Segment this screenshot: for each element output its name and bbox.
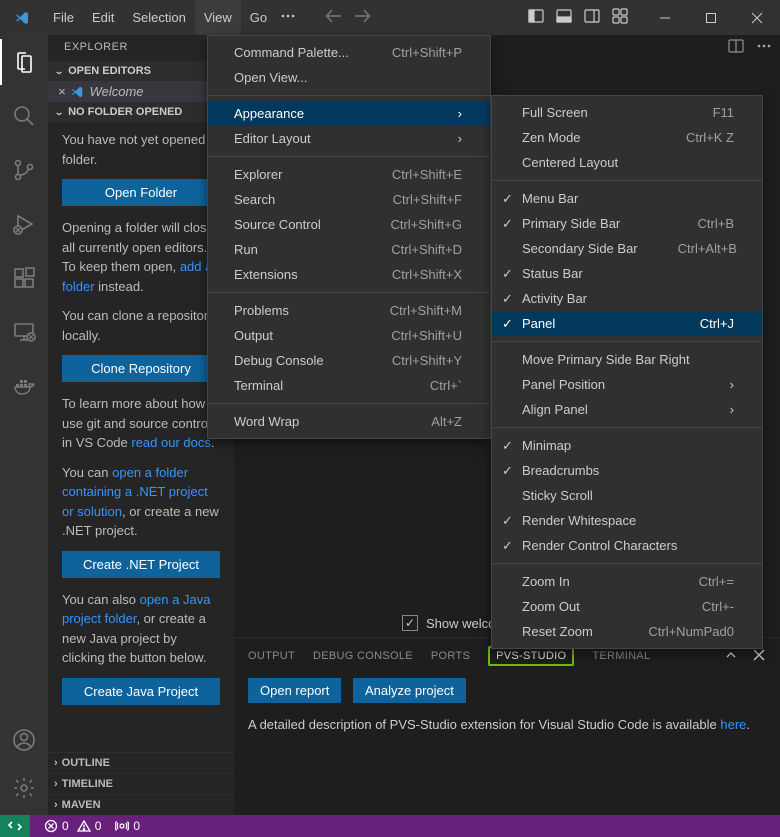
panel-tab[interactable]: DEBUG CONSOLE (313, 650, 413, 662)
timeline-section[interactable]: ›TIMELINE (48, 773, 234, 794)
menu-item[interactable]: ProblemsCtrl+Shift+M (208, 298, 490, 323)
panel-close-icon[interactable] (752, 648, 766, 665)
menu-item[interactable]: Zen ModeCtrl+K Z (492, 125, 762, 150)
menu-item[interactable]: Centered Layout (492, 150, 762, 175)
menu-item[interactable]: Debug ConsoleCtrl+Shift+Y (208, 348, 490, 373)
activity-settings-icon[interactable] (0, 771, 48, 805)
panel-maximize-icon[interactable] (724, 648, 738, 665)
menu-item[interactable]: Move Primary Side Bar Right (492, 347, 762, 372)
menu-item[interactable]: Sticky Scroll (492, 483, 762, 508)
layout-customize-icon[interactable] (612, 8, 628, 27)
activity-run-debug-icon[interactable] (0, 207, 48, 241)
menu-edit[interactable]: Edit (83, 0, 123, 35)
read-docs-link[interactable]: read our docs (131, 435, 211, 450)
menu-item[interactable]: ✓Activity Bar (492, 286, 762, 311)
menu-overflow-icon[interactable] (280, 8, 296, 27)
layout-controls (528, 8, 628, 27)
menu-item[interactable]: ExplorerCtrl+Shift+E (208, 162, 490, 187)
window-minimize-button[interactable] (642, 0, 688, 35)
layout-sidebar-left-icon[interactable] (528, 8, 544, 27)
menu-item[interactable]: Full ScreenF11 (492, 100, 762, 125)
menu-bar: FileEditSelectionViewGo (44, 0, 276, 35)
maven-section[interactable]: ›MAVEN (48, 794, 234, 815)
editor-more-icon[interactable] (756, 38, 772, 57)
activity-bar (0, 35, 48, 815)
menu-item[interactable]: Zoom InCtrl+= (492, 569, 762, 594)
menu-item[interactable]: ✓Status Bar (492, 261, 762, 286)
activity-source-control-icon[interactable] (0, 153, 48, 187)
layout-sidebar-right-icon[interactable] (584, 8, 600, 27)
menu-item[interactable]: RunCtrl+Shift+D (208, 237, 490, 262)
create-java-button[interactable]: Create Java Project (62, 678, 220, 705)
close-icon[interactable]: × (58, 84, 66, 99)
menu-item[interactable]: Reset ZoomCtrl+NumPad0 (492, 619, 762, 644)
menu-item[interactable]: Align Panel› (492, 397, 762, 422)
menu-item[interactable]: ✓Render Whitespace (492, 508, 762, 533)
split-editor-icon[interactable] (728, 38, 744, 57)
menu-item[interactable]: ✓Render Control Characters (492, 533, 762, 558)
open-folder-button[interactable]: Open Folder (62, 179, 220, 206)
activity-extensions-icon[interactable] (0, 261, 48, 295)
menu-item[interactable]: Secondary Side BarCtrl+Alt+B (492, 236, 762, 261)
menu-file[interactable]: File (44, 0, 83, 35)
panel-body: Open report Analyze project A detailed d… (234, 672, 780, 738)
activity-search-icon[interactable] (0, 99, 48, 133)
menu-go[interactable]: Go (241, 0, 276, 35)
open-report-button[interactable]: Open report (248, 678, 341, 703)
menu-item[interactable]: Panel Position› (492, 372, 762, 397)
menu-item[interactable]: ✓Primary Side BarCtrl+B (492, 211, 762, 236)
menu-view[interactable]: View (195, 0, 241, 35)
create-dotnet-button[interactable]: Create .NET Project (62, 551, 220, 578)
menu-item[interactable]: OutputCtrl+Shift+U (208, 323, 490, 348)
menu-item[interactable]: Word WrapAlt+Z (208, 409, 490, 434)
window-close-button[interactable] (734, 0, 780, 35)
panel-tab[interactable]: PVS-STUDIO (488, 646, 574, 666)
panel-tab[interactable]: OUTPUT (248, 650, 295, 662)
menu-item[interactable]: TerminalCtrl+` (208, 373, 490, 398)
menu-item[interactable]: ✓Breadcrumbs (492, 458, 762, 483)
menu-item[interactable]: Source ControlCtrl+Shift+G (208, 212, 490, 237)
layout-panel-icon[interactable] (556, 8, 572, 27)
vscode-logo-icon (0, 10, 44, 26)
menu-item[interactable]: Editor Layout› (208, 126, 490, 151)
pvs-docs-link[interactable]: here (720, 717, 746, 732)
activity-accounts-icon[interactable] (0, 723, 48, 757)
activity-explorer-icon[interactable] (0, 45, 48, 79)
menu-item[interactable]: Command Palette...Ctrl+Shift+P (208, 40, 490, 65)
menu-item[interactable]: ✓PanelCtrl+J (492, 311, 762, 336)
appearance-submenu[interactable]: Full ScreenF11Zen ModeCtrl+K ZCentered L… (491, 95, 763, 649)
activity-remote-explorer-icon[interactable] (0, 315, 48, 349)
analyze-project-button[interactable]: Analyze project (353, 678, 466, 703)
menu-item[interactable]: Appearance› (208, 101, 490, 126)
nav-back-icon[interactable] (326, 8, 342, 27)
status-problems[interactable]: 0 0 (44, 819, 101, 833)
title-bar: FileEditSelectionViewGo (0, 0, 780, 35)
menu-item[interactable]: ✓Menu Bar (492, 186, 762, 211)
view-menu[interactable]: Command Palette...Ctrl+Shift+POpen View.… (207, 35, 491, 439)
activity-docker-icon[interactable] (0, 369, 48, 403)
navigation-arrows (326, 8, 370, 27)
outline-section[interactable]: ›OUTLINE (48, 752, 234, 773)
remote-indicator[interactable] (0, 815, 30, 837)
menu-selection[interactable]: Selection (123, 0, 194, 35)
window-controls (642, 0, 780, 35)
status-bar: 0 0 0 (0, 815, 780, 837)
panel-tab[interactable]: PORTS (431, 650, 470, 662)
menu-item[interactable]: ✓Minimap (492, 433, 762, 458)
clone-repo-button[interactable]: Clone Repository (62, 355, 220, 382)
menu-item[interactable]: SearchCtrl+Shift+F (208, 187, 490, 212)
vscode-file-icon (70, 85, 84, 99)
menu-item[interactable]: Open View... (208, 65, 490, 90)
checkbox-icon[interactable]: ✓ (402, 615, 418, 631)
panel-tab[interactable]: TERMINAL (592, 650, 650, 662)
panel: OUTPUT DEBUG CONSOLE PORTS PVS-STUDIO TERMIN… (234, 637, 780, 815)
window-maximize-button[interactable] (688, 0, 734, 35)
status-ports[interactable]: 0 (115, 819, 140, 833)
menu-item[interactable]: Zoom OutCtrl+- (492, 594, 762, 619)
nav-forward-icon[interactable] (354, 8, 370, 27)
menu-item[interactable]: ExtensionsCtrl+Shift+X (208, 262, 490, 287)
